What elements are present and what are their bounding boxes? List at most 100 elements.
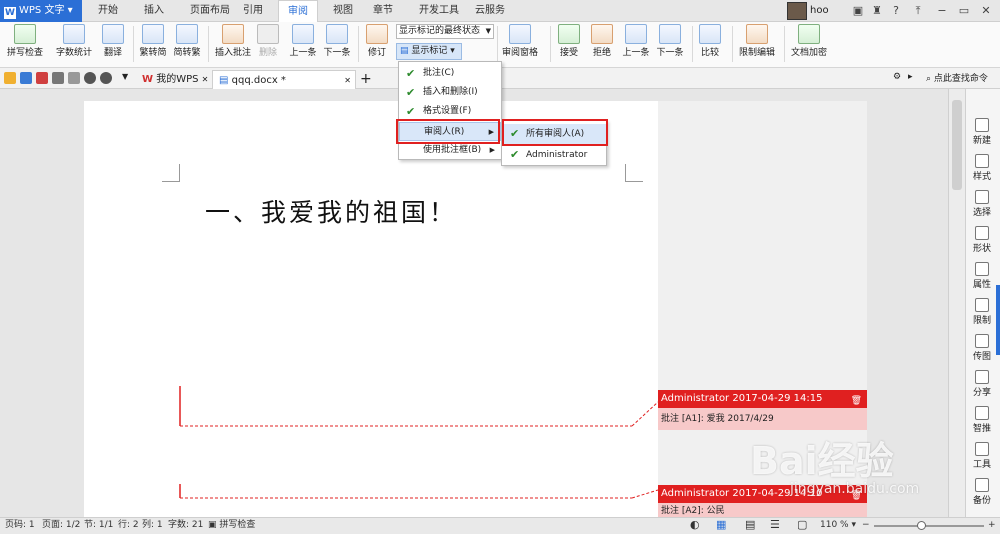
- skin-icon[interactable]: ▣: [848, 2, 868, 20]
- word-count-button[interactable]: 字数统计: [54, 22, 94, 66]
- close-icon[interactable]: ✕: [202, 75, 209, 84]
- zoom-slider[interactable]: [874, 525, 984, 527]
- menu-item-administrator[interactable]: ✔ Administrator: [502, 145, 606, 165]
- sidebar-item-properties[interactable]: 属性: [966, 260, 998, 296]
- markup-state-select[interactable]: 显示标记的最终状态 ▼: [396, 24, 494, 39]
- shield-icon: [798, 24, 820, 44]
- command-search[interactable]: ⌕ 点此查找命令: [926, 70, 1000, 88]
- menu-item-insert-delete[interactable]: ✔ 插入和删除(I): [399, 83, 501, 102]
- sidebar-item-share[interactable]: 分享: [966, 368, 998, 404]
- sidebar-item-tools[interactable]: 工具: [966, 440, 998, 476]
- user-name[interactable]: hoo: [810, 1, 829, 21]
- zoom-level[interactable]: 110 % ▾: [820, 517, 856, 534]
- sidebar-item-shape[interactable]: 形状: [966, 224, 998, 260]
- settings-icon[interactable]: ⚙: [893, 72, 901, 82]
- word-count-icon: [63, 24, 85, 44]
- track-changes-button[interactable]: 修订: [362, 22, 392, 66]
- chevron-down-icon[interactable]: ▼: [122, 72, 128, 81]
- wps-app-menu-button[interactable]: W WPS 文字 ▾: [0, 0, 82, 22]
- prev-comment-button[interactable]: 上一条: [288, 22, 318, 66]
- compare-button[interactable]: 比较: [697, 22, 723, 66]
- web-view-icon[interactable]: ▢: [797, 517, 807, 534]
- page-view-icon[interactable]: ▦: [716, 517, 726, 534]
- zoom-in-button[interactable]: +: [988, 517, 996, 534]
- sidebar-item-smart-push[interactable]: 智推: [966, 404, 998, 440]
- properties-icon: [975, 262, 989, 276]
- review-pane-button[interactable]: 审阅窗格: [499, 22, 541, 66]
- comment-header[interactable]: Administrator 2017-04-29 14:15 🗑: [658, 390, 867, 408]
- highlight-box: [502, 119, 608, 146]
- open-folder-icon[interactable]: [4, 72, 16, 84]
- menu-item-comments[interactable]: ✔ 批注(C): [399, 64, 501, 83]
- insert-comment-button[interactable]: 插入批注: [213, 22, 253, 66]
- comment-body[interactable]: 批注 [A1]: 爱我 2017/4/29: [658, 408, 867, 430]
- scrollbar-thumb[interactable]: [952, 100, 962, 190]
- save-icon[interactable]: [20, 72, 32, 84]
- sidebar-item-upload-image[interactable]: 传图: [966, 332, 998, 368]
- tab-cloud[interactable]: 云服务: [470, 0, 510, 22]
- eye-protect-icon[interactable]: ◐: [690, 517, 700, 534]
- translate-button[interactable]: 翻译: [98, 22, 128, 66]
- compare-icon: [699, 24, 721, 44]
- tab-references[interactable]: 引用: [238, 0, 268, 22]
- spell-check-button[interactable]: 拼写检查: [6, 22, 44, 66]
- tab-insert[interactable]: 插入: [136, 0, 172, 22]
- document-heading[interactable]: 一、我爱我的祖国！: [205, 193, 457, 229]
- undo-icon[interactable]: [84, 72, 96, 84]
- ribbon-divider: [692, 26, 693, 62]
- next-change-button[interactable]: 下一条: [655, 22, 685, 66]
- bulb-icon: [975, 406, 989, 420]
- status-spell-check[interactable]: ▣ 拼写检查: [208, 517, 255, 534]
- style-icon: [975, 154, 989, 168]
- tab-view[interactable]: 视图: [326, 0, 360, 22]
- toolbox-icon: [975, 442, 989, 456]
- panel-icon[interactable]: ▸: [908, 72, 913, 82]
- lock-icon: [746, 24, 768, 44]
- next-comment-button[interactable]: 下一条: [322, 22, 352, 66]
- print-icon[interactable]: [52, 72, 64, 84]
- accept-check-icon: [558, 24, 580, 44]
- doc-icon: ▤: [219, 75, 229, 86]
- redo-icon[interactable]: [100, 72, 112, 84]
- zoom-out-button[interactable]: −: [862, 517, 870, 534]
- delete-comment-button[interactable]: 删除: [256, 22, 280, 66]
- tab-my-wps[interactable]: W 我的WPS ✕: [136, 70, 210, 89]
- status-section: 节: 1/1: [84, 520, 114, 530]
- status-page: 页码: 1: [5, 520, 35, 530]
- tab-chapter[interactable]: 章节: [366, 0, 400, 22]
- sidebar-item-style[interactable]: 样式: [966, 152, 998, 188]
- trad-to-simp-button[interactable]: 繁转简: [138, 22, 168, 66]
- tab-document[interactable]: ▤ qqq.docx * ✕: [212, 70, 356, 89]
- status-word-count[interactable]: 字数: 21: [168, 517, 203, 534]
- reject-button[interactable]: 拒绝: [589, 22, 615, 66]
- full-view-icon[interactable]: ▤: [745, 517, 755, 534]
- shape-icon: [975, 226, 989, 240]
- help-icon[interactable]: ?: [886, 2, 906, 20]
- tab-developer[interactable]: 开发工具: [412, 0, 466, 22]
- accept-button[interactable]: 接受: [556, 22, 582, 66]
- new-tab-button[interactable]: +: [360, 70, 372, 88]
- minimize-icon[interactable]: −: [932, 2, 952, 20]
- tab-page-layout[interactable]: 页面布局: [184, 0, 236, 22]
- sidebar-item-backup[interactable]: 备份: [966, 476, 998, 512]
- shirt-icon[interactable]: ♜: [867, 2, 887, 20]
- sidebar-item-select[interactable]: 选择: [966, 188, 998, 224]
- outline-view-icon[interactable]: ☰: [770, 517, 780, 534]
- restore-up-icon[interactable]: ⤒: [908, 2, 928, 20]
- maximize-icon[interactable]: ▭: [954, 2, 974, 20]
- close-icon[interactable]: ✕: [344, 71, 351, 90]
- preview-icon[interactable]: [68, 72, 80, 84]
- prev-change-button[interactable]: 上一条: [621, 22, 651, 66]
- sidebar-item-restrict[interactable]: 限制: [966, 296, 998, 332]
- tab-home[interactable]: 开始: [90, 0, 126, 22]
- encrypt-document-button[interactable]: 文档加密: [788, 22, 830, 66]
- zoom-slider-handle[interactable]: [917, 521, 926, 530]
- tab-review[interactable]: 审阅: [278, 0, 318, 22]
- sidebar-item-new[interactable]: 新建: [966, 116, 998, 152]
- simp-to-trad-button[interactable]: 简转繁: [172, 22, 202, 66]
- avatar[interactable]: [787, 2, 807, 20]
- show-markup-button[interactable]: ▤ 显示标记 ▾: [396, 43, 462, 60]
- pdf-icon[interactable]: [36, 72, 48, 84]
- restrict-editing-button[interactable]: 限制编辑: [737, 22, 777, 66]
- close-icon[interactable]: ✕: [976, 2, 996, 20]
